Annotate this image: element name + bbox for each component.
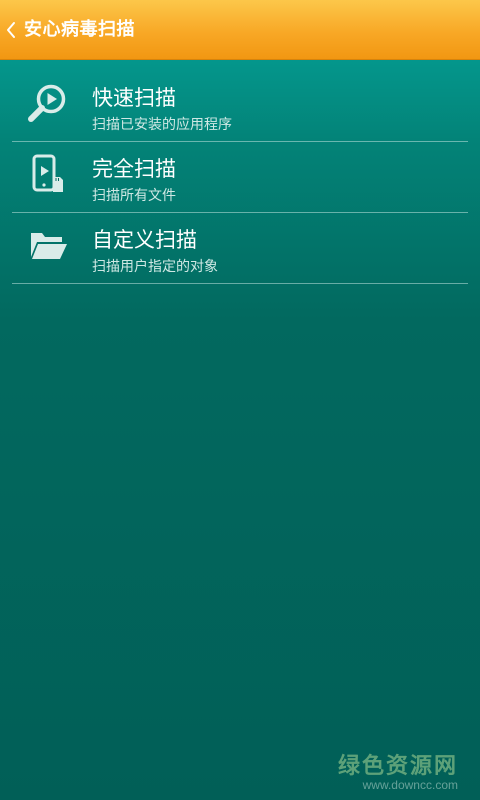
watermark-url: www.downcc.com — [362, 778, 458, 792]
app-header: 安心病毒扫描 — [0, 0, 480, 60]
full-scan-description: 扫描所有文件 — [92, 188, 176, 204]
divider — [12, 283, 468, 284]
quick-scan-item[interactable]: 快速扫描 扫描已安装的应用程序 — [0, 71, 480, 142]
watermark-text: 绿色资源网 — [337, 754, 458, 779]
chevron-left-icon — [7, 22, 15, 38]
custom-scan-label: 自定义扫描 — [92, 228, 197, 252]
watermark: 绿色资源网 www.downcc.com — [338, 748, 458, 792]
scan-options-list: 快速扫描 扫描已安装的应用程序 完全扫描 扫描所有文件 自定义扫描 扫描用户指定… — [0, 71, 480, 284]
back-button[interactable] — [0, 12, 22, 48]
full-scan-label: 完全扫描 — [92, 157, 176, 181]
magnifier-play-icon — [26, 81, 70, 125]
quick-scan-label: 快速扫描 — [92, 86, 176, 110]
phone-sdcard-icon — [26, 152, 70, 196]
quick-scan-description: 扫描已安装的应用程序 — [92, 117, 232, 133]
custom-scan-description: 扫描用户指定的对象 — [92, 259, 218, 275]
page-title: 安心病毒扫描 — [24, 19, 135, 40]
custom-scan-item[interactable]: 自定义扫描 扫描用户指定的对象 — [0, 213, 480, 284]
full-scan-item[interactable]: 完全扫描 扫描所有文件 — [0, 142, 480, 213]
folder-open-icon — [26, 223, 70, 267]
